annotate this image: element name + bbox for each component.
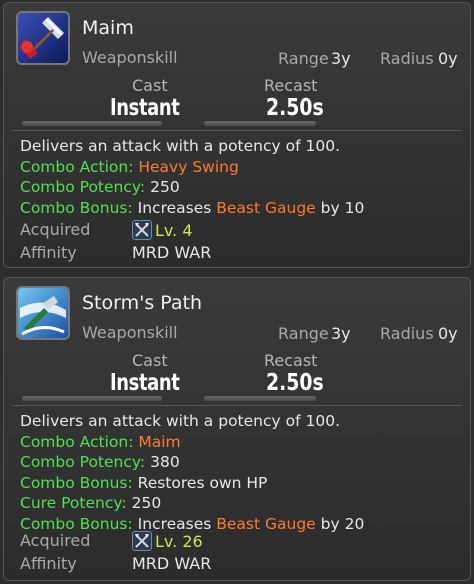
cure-potency-label: Cure Potency:	[20, 494, 127, 512]
action-tooltip-maim: Maim Weaponskill Range 3y Radius 0y Cast…	[3, 2, 471, 268]
action-description: Delivers an attack with a potency of 100…	[20, 136, 364, 218]
combo-bonus-highlight: Beast Gauge	[216, 514, 316, 533]
acquired-row: Lv. 4	[132, 220, 193, 240]
combo-bonus-value: Restores own HP	[137, 473, 268, 492]
combo-potency-label: Combo Potency:	[20, 453, 146, 471]
combo-potency-value: 250	[150, 178, 180, 196]
combo-bonus-post: by 20	[320, 514, 365, 533]
divider	[12, 130, 462, 131]
combo-action-value: Heavy Swing	[138, 157, 239, 176]
combo-bonus-pre: Increases	[137, 514, 212, 533]
action-description: Delivers an attack with a potency of 100…	[20, 411, 364, 534]
combo-bonus-label: Combo Bonus:	[20, 514, 133, 533]
combo-bonus-label: Combo Bonus:	[20, 473, 133, 492]
range-value: 3y	[331, 49, 351, 68]
range-label: Range	[278, 324, 329, 343]
job-crossed-axes-icon	[132, 531, 152, 551]
cast-value: Instant	[110, 370, 180, 396]
action-type: Weaponskill	[82, 48, 178, 67]
cast-label: Cast	[132, 351, 168, 370]
acquired-label: Acquired	[20, 220, 91, 239]
storms-path-action-icon	[16, 286, 70, 340]
range-label: Range	[278, 49, 329, 68]
cast-label: Cast	[132, 76, 168, 95]
recast-label: Recast	[264, 76, 318, 95]
action-tooltip-storms-path: Storm's Path Weaponskill Range 3y Radius…	[3, 277, 471, 581]
combo-bonus-highlight: Beast Gauge	[216, 198, 316, 217]
recast-bar	[204, 396, 316, 401]
acquired-row: Lv. 26	[132, 531, 203, 551]
cast-bar	[22, 121, 162, 126]
combo-potency-label: Combo Potency:	[20, 178, 146, 196]
radius-label: Radius	[380, 49, 434, 68]
range-value: 3y	[331, 324, 351, 343]
recast-value: 2.50s	[266, 370, 324, 396]
description-text: Delivers an attack with a potency of 100…	[20, 137, 340, 155]
acquired-label: Acquired	[20, 531, 91, 550]
combo-bonus-post: by 10	[320, 198, 365, 217]
combo-bonus-pre: Increases	[137, 198, 212, 217]
recast-label: Recast	[264, 351, 318, 370]
divider	[12, 405, 462, 406]
affinity-label: Affinity	[20, 243, 77, 262]
description-text: Delivers an attack with a potency of 100…	[20, 412, 340, 430]
cure-potency-value: 250	[131, 494, 162, 512]
affinity-value: MRD WAR	[132, 554, 212, 573]
radius-value: 0y	[438, 324, 458, 343]
job-crossed-axes-icon	[132, 220, 152, 240]
action-name: Maim	[82, 17, 134, 39]
acquired-level: Lv. 4	[155, 221, 193, 240]
recast-value: 2.50s	[266, 95, 324, 121]
radius-label: Radius	[380, 324, 434, 343]
cast-bar	[22, 396, 162, 401]
combo-action-value: Maim	[138, 432, 181, 451]
combo-potency-value: 380	[150, 453, 180, 471]
affinity-value: MRD WAR	[132, 243, 212, 262]
cast-value: Instant	[110, 95, 180, 121]
radius-value: 0y	[438, 49, 458, 68]
acquired-level: Lv. 26	[155, 532, 203, 551]
affinity-label: Affinity	[20, 554, 77, 573]
combo-action-label: Combo Action:	[20, 432, 134, 451]
maim-action-icon	[16, 11, 70, 65]
action-name: Storm's Path	[82, 292, 203, 314]
action-type: Weaponskill	[82, 323, 178, 342]
combo-action-label: Combo Action:	[20, 157, 134, 176]
combo-bonus-label: Combo Bonus:	[20, 198, 133, 217]
recast-bar	[204, 121, 316, 126]
